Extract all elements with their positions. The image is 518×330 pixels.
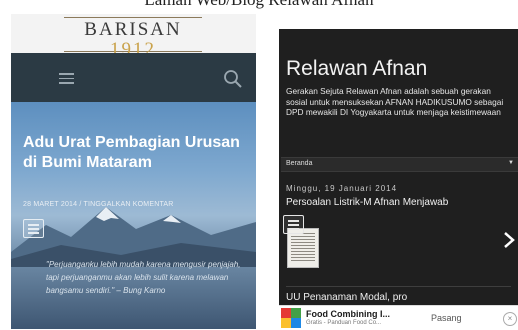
top-navbar [11,53,256,102]
right-site-screenshot: Relawan Afnan Gerakan Sejuta Relawan Afn… [279,29,518,329]
ad-title: Food Combining I... [306,309,390,319]
install-button[interactable]: Pasang [431,313,462,323]
site-logo[interactable]: BARISAN 1912 HOLOPIS KUNTUL BARIS [64,17,202,66]
hamburger-menu-icon[interactable] [59,73,74,84]
ad-banner[interactable]: Food Combining I... Gratis - Panduan Foo… [279,305,518,330]
chevron-right-icon[interactable] [502,230,516,250]
search-icon[interactable] [223,69,243,89]
post-thumbnail[interactable] [287,228,319,268]
second-post-title[interactable]: UU Penanaman Modal, pro [286,292,511,304]
divider [286,286,511,287]
post-title[interactable]: Adu Urat Pembagian Urusan di Bumi Matara… [23,133,251,172]
logo-bar: BARISAN 1912 HOLOPIS KUNTUL BARIS [11,14,256,66]
navigation-dropdown[interactable]: Beranda ▼ [281,157,518,172]
figure-caption: Laman Web/Blog Relawan Afnan [0,0,518,9]
logo-title: BARISAN [84,19,182,40]
close-icon[interactable]: × [503,312,517,326]
hero-section: Adu Urat Pembagian Urusan di Bumi Matara… [11,102,256,329]
ad-subtitle: Gratis - Panduan Food Co... [306,320,382,326]
site-description: Gerakan Sejuta Relawan Afnan adalah sebu… [286,86,504,117]
dropdown-arrow-icon: ▼ [508,160,514,166]
floating-menu-icon[interactable] [283,215,304,234]
quote-text: "Perjuanganku lebih mudah karena mengusi… [46,260,241,295]
site-title[interactable]: Relawan Afnan [286,57,516,81]
floating-menu-icon[interactable] [23,219,44,238]
post-date: Minggu, 19 Januari 2014 [286,184,398,193]
left-site-screenshot: BARISAN 1912 HOLOPIS KUNTUL BARIS Adu Ur… [11,14,256,329]
app-icon [281,308,301,328]
post-meta[interactable]: 28 MARET 2014 / TINGGALKAN KOMENTAR [23,200,248,210]
post-title[interactable]: Persoalan Listrik-M Afnan Menjawab [286,197,461,209]
dropdown-selected-label: Beranda [286,160,313,167]
